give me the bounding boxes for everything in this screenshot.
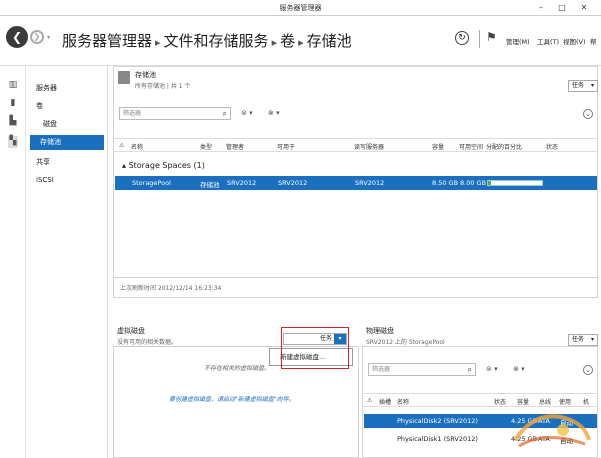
pdisk-panel-title: 物理磁盘: [366, 327, 394, 335]
dropdown-arrow-icon: ▾: [590, 82, 594, 89]
sidebar-item-shares[interactable]: 共享: [36, 157, 50, 167]
cell-capacity: 8.50 GB: [432, 179, 459, 187]
chevron-right-icon: ▸: [298, 36, 304, 49]
icon-strip: ▥ ▮ ▙ ▚: [0, 66, 26, 458]
breadcrumb-item[interactable]: 文件和存储服务: [164, 30, 269, 51]
column-header[interactable]: 管理者: [226, 142, 244, 151]
column-header[interactable]: 名称: [131, 142, 143, 151]
filter-placeholder: 筛选器: [123, 110, 142, 117]
empty-message: 不存在相关的虚拟磁盘。: [204, 365, 271, 372]
cell-rw-server: SRV2012: [355, 179, 385, 187]
history-dropdown-icon[interactable]: ▾: [47, 34, 50, 41]
pdisk-filter-input[interactable]: 筛选器 ⌕: [368, 363, 476, 376]
breadcrumb: 服务器管理器 ▸ 文件和存储服务 ▸ 卷 ▸ 存储池: [62, 30, 352, 51]
progress-fill: [488, 181, 492, 185]
minimize-button[interactable]: –: [532, 2, 550, 13]
menu-help[interactable]: 帮: [590, 36, 597, 46]
panel-subtitle: 所有存储池 | 共 1 个: [135, 83, 191, 90]
forward-arrow-icon[interactable]: ❯: [30, 30, 44, 44]
sidebar-item-servers[interactable]: 服务器: [36, 83, 57, 93]
close-button[interactable]: ✕: [575, 2, 593, 13]
new-virtual-disk-link[interactable]: 要创建虚拟磁盘，请启动"新建虚拟磁盘"向导。: [169, 394, 295, 403]
search-icon: ⌕: [467, 365, 472, 374]
storage-pools-panel: 存储池 所有存储池 | 共 1 个 任务 ▾ 筛选器 ⌕ ⊜ ▾ ⊗ ▾ ⌄ ⚠ 名…: [113, 66, 598, 298]
dashboard-icon[interactable]: ▥: [8, 80, 18, 92]
group-header[interactable]: ▴ Storage Spaces (1): [122, 161, 205, 170]
group-label: Storage Spaces (1): [128, 161, 205, 170]
refresh-icon[interactable]: ↻: [455, 31, 469, 45]
header-bar: ❮ ❯ ▾ 服务器管理器 ▸ 文件和存储服务 ▸ 卷 ▸ 存储池 ↻ ⚑ 管理(M) 工具(…: [0, 16, 601, 66]
cell-free-space: 8.00 GB: [460, 179, 487, 187]
collapse-icon[interactable]: ⌄: [583, 109, 593, 119]
menu-manage[interactable]: 管理(M): [506, 36, 530, 46]
storage-pool-icon: [118, 71, 130, 84]
divider: [114, 277, 597, 278]
all-servers-icon[interactable]: ▙: [8, 116, 18, 128]
search-icon: ⌕: [222, 109, 227, 118]
highlight-box: [281, 327, 349, 369]
cell-name: PhysicalDisk1 (SRV2012): [397, 435, 478, 443]
table-header: ⚠ 名称 类型 管理者 可用于 读写服务器 容量 可用空间 分配的百分比 状态: [114, 138, 597, 152]
vdisk-panel-title: 虚拟磁盘: [117, 327, 145, 335]
column-header[interactable]: 可用于: [277, 142, 295, 151]
group-by-icon[interactable]: ⊗ ▾: [513, 365, 525, 373]
chevron-right-icon: ▸: [155, 36, 161, 49]
allocation-progress-bar: [487, 180, 543, 186]
file-storage-icon[interactable]: ▚: [8, 136, 18, 148]
cell-type: 存储池: [200, 181, 220, 189]
watermark-logo-icon: [513, 414, 591, 448]
sidebar-item-disks[interactable]: 磁盘: [43, 119, 57, 129]
warning-column-icon: ⚠: [367, 397, 373, 404]
column-header[interactable]: 容量: [432, 142, 444, 151]
pdisk-tasks-button[interactable]: 任务 ▾: [568, 334, 598, 346]
maximize-button[interactable]: □: [553, 2, 571, 13]
sidebar-item-volumes[interactable]: 卷: [36, 101, 43, 111]
notification-flag-icon[interactable]: ⚑: [486, 30, 497, 44]
filter-input[interactable]: 筛选器 ⌕: [119, 107, 231, 120]
collapse-icon[interactable]: ⌄: [583, 365, 593, 375]
window-title: 服务器管理器: [279, 4, 322, 12]
breadcrumb-item[interactable]: 服务器管理器: [62, 30, 152, 51]
column-header[interactable]: 可用空间: [459, 142, 483, 151]
warning-column-icon: ⚠: [119, 142, 125, 149]
title-bar: 服务器管理器 – □ ✕: [0, 0, 601, 16]
breadcrumb-item[interactable]: 卷: [280, 30, 295, 51]
filter-options-icon[interactable]: ⊜ ▾: [486, 365, 498, 373]
column-header[interactable]: 类型: [200, 142, 212, 151]
cell-managed-by: SRV2012: [227, 179, 257, 187]
vdisk-panel-subtitle: 没有可用的相关数据。: [117, 339, 178, 346]
cell-name: PhysicalDisk2 (SRV2012): [397, 417, 478, 425]
pdisk-panel-subtitle: SRV2012 上的 StoragePool: [366, 339, 445, 346]
cell-available-to: SRV2012: [278, 179, 308, 187]
group-by-icon[interactable]: ⊗ ▾: [268, 109, 280, 117]
column-header[interactable]: 状态: [546, 142, 558, 151]
column-header[interactable]: 插槽: [379, 397, 391, 406]
breadcrumb-item[interactable]: 存储池: [307, 30, 352, 51]
filter-options-icon[interactable]: ⊜ ▾: [241, 109, 253, 117]
table-row[interactable]: StoragePool 存储池 SRV2012 SRV2012 SRV2012 …: [115, 176, 597, 190]
menu-tools[interactable]: 工具(T): [537, 36, 559, 46]
column-header[interactable]: 读写服务器: [354, 142, 384, 151]
menu-view[interactable]: 视图(V): [563, 36, 586, 46]
tasks-label: 任务: [572, 336, 585, 343]
sidebar-item-iscsi[interactable]: iSCSI: [36, 176, 54, 184]
filter-placeholder: 筛选器: [372, 366, 391, 373]
divider: [479, 30, 480, 48]
local-server-icon[interactable]: ▮: [8, 98, 18, 110]
column-header[interactable]: 名称: [397, 397, 409, 406]
cell-name: StoragePool: [132, 179, 171, 187]
column-header[interactable]: 分配的百分比: [486, 142, 522, 151]
back-arrow-icon[interactable]: ❮: [6, 26, 28, 48]
last-refresh-text: 上次刷新时间 2012/12/14 16:23:34: [120, 285, 222, 292]
tasks-label: 任务: [572, 82, 585, 89]
panel-title: 存储池: [135, 71, 156, 79]
tasks-button[interactable]: 任务 ▾: [568, 80, 598, 92]
left-navigation: ▥ ▮ ▙ ▚ 服务器 卷 磁盘 存储池 共享 iSCSI: [0, 66, 108, 458]
sidebar-item-storage-pools[interactable]: 存储池: [30, 135, 104, 150]
dropdown-arrow-icon: ▾: [590, 336, 594, 343]
chevron-right-icon: ▸: [271, 36, 278, 49]
